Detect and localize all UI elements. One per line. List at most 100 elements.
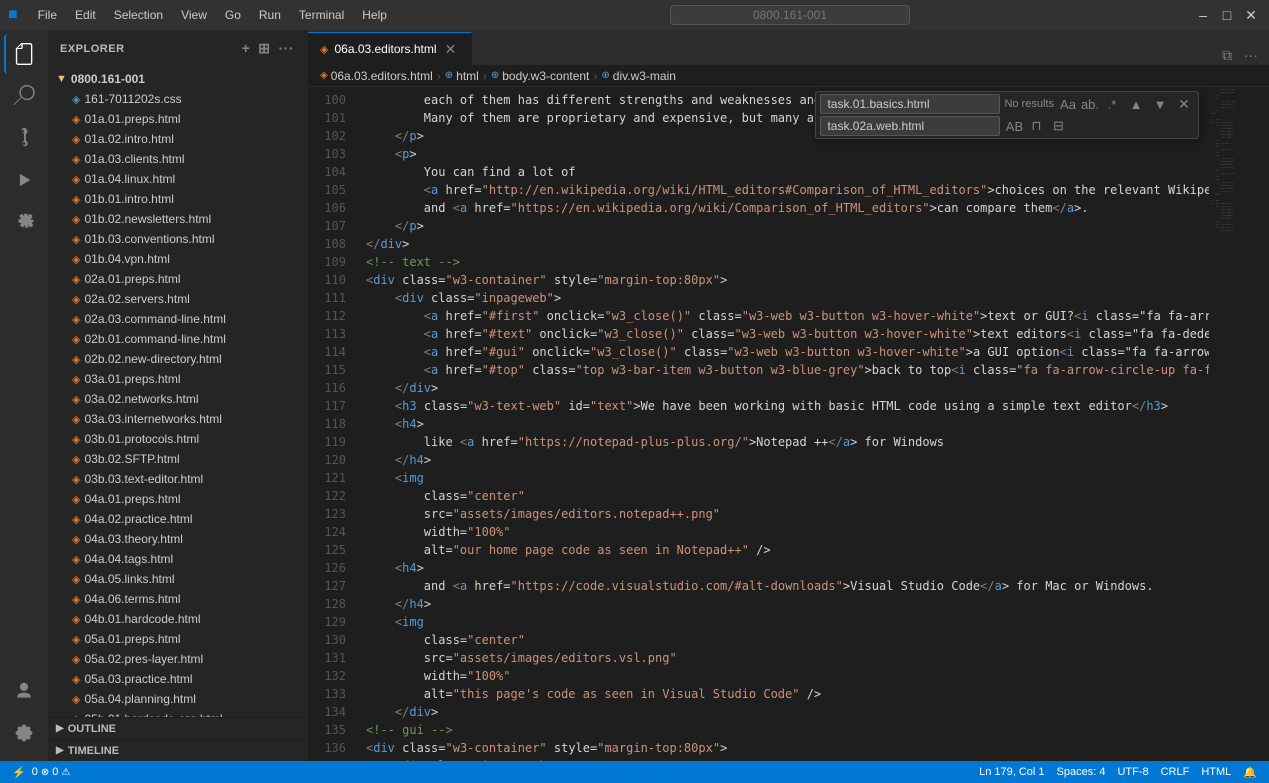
- breadcrumb-body[interactable]: ⊕ body.w3-content: [491, 69, 590, 83]
- find-next-icon[interactable]: ▼: [1150, 94, 1170, 114]
- regex-icon[interactable]: .*: [1102, 94, 1122, 114]
- main-layout: EXPLORER + ⊞ ··· ▼ 0800.161-001 ◈161-701…: [0, 30, 1269, 761]
- tree-file-item[interactable]: ◈04a.04.tags.html: [48, 549, 308, 569]
- status-spaces[interactable]: Spaces: 4: [1053, 766, 1110, 779]
- maximize-button[interactable]: □: [1217, 5, 1237, 25]
- status-git[interactable]: ⚡ 0 ⊗ 0 ⚠: [8, 766, 74, 779]
- replace-preserve-case-icon[interactable]: AB: [1004, 116, 1024, 136]
- minimize-button[interactable]: –: [1193, 5, 1213, 25]
- menu-go[interactable]: Go: [217, 6, 249, 24]
- tree-file-item[interactable]: ◈03a.03.internetworks.html: [48, 409, 308, 429]
- tab-close-button[interactable]: ✕: [443, 41, 459, 57]
- more-actions-icon[interactable]: ···: [1241, 45, 1261, 65]
- tree-file-item[interactable]: ◈02b.02.new-directory.html: [48, 349, 308, 369]
- menu-view[interactable]: View: [173, 6, 215, 24]
- tree-file-item[interactable]: ◈01b.03.conventions.html: [48, 229, 308, 249]
- active-tab[interactable]: ◈ 06a.03.editors.html ✕: [308, 32, 472, 65]
- tree-file-item[interactable]: ◈04a.03.theory.html: [48, 529, 308, 549]
- menu-edit[interactable]: Edit: [67, 6, 104, 24]
- status-encoding[interactable]: UTF-8: [1113, 766, 1152, 779]
- new-file-icon[interactable]: +: [240, 38, 253, 59]
- tree-file-item[interactable]: ◈04a.05.links.html: [48, 569, 308, 589]
- breadcrumb-file[interactable]: ◈ 06a.03.editors.html: [320, 69, 433, 83]
- tab-bar-actions: ⧉ ···: [1209, 45, 1269, 65]
- tree-file-item[interactable]: ◈04a.01.preps.html: [48, 489, 308, 509]
- tree-file-item[interactable]: ◈02a.02.servers.html: [48, 289, 308, 309]
- menu-terminal[interactable]: Terminal: [291, 6, 352, 24]
- tree-file-item[interactable]: ◈05a.03.practice.html: [48, 669, 308, 689]
- activity-bar: [0, 30, 48, 761]
- whole-word-icon[interactable]: ab.: [1080, 94, 1100, 114]
- account-activity-icon[interactable]: [4, 671, 44, 711]
- collapse-all-icon[interactable]: ···: [277, 38, 297, 59]
- replace-icon[interactable]: ⊓: [1026, 116, 1046, 136]
- match-case-icon[interactable]: Aa: [1058, 94, 1078, 114]
- editor-area: ◈ 06a.03.editors.html ✕ ⧉ ··· ◈ 06a.03.e…: [308, 30, 1269, 761]
- tree-file-item[interactable]: ◈03b.03.text-editor.html: [48, 469, 308, 489]
- tree-root-folder[interactable]: ▼ 0800.161-001: [48, 69, 308, 89]
- breadcrumb-div-text[interactable]: div.w3-main: [613, 69, 676, 83]
- menu-file[interactable]: File: [30, 6, 65, 24]
- status-notifications[interactable]: 🔔: [1239, 766, 1261, 779]
- tree-file-item[interactable]: ◈02a.01.preps.html: [48, 269, 308, 289]
- tree-file-item[interactable]: ◈01b.02.newsletters.html: [48, 209, 308, 229]
- file-list: ◈161-7011202s.css◈01a.01.preps.html◈01a.…: [48, 89, 308, 717]
- close-button[interactable]: ✕: [1241, 5, 1261, 25]
- menu-help[interactable]: Help: [354, 6, 395, 24]
- menu-run[interactable]: Run: [251, 6, 289, 24]
- timeline-section[interactable]: ▶ TIMELINE: [48, 739, 308, 761]
- status-eol[interactable]: CRLF: [1157, 766, 1194, 779]
- tree-file-item[interactable]: ◈05a.02.pres-layer.html: [48, 649, 308, 669]
- extensions-activity-icon[interactable]: [4, 202, 44, 242]
- tree-file-item[interactable]: ◈161-7011202s.css: [48, 89, 308, 109]
- new-folder-icon[interactable]: ⊞: [256, 38, 272, 59]
- replace-all-icon[interactable]: ⊟: [1048, 116, 1068, 136]
- breadcrumb-div[interactable]: ⊕ div.w3-main: [601, 69, 676, 83]
- status-language[interactable]: HTML: [1197, 766, 1235, 779]
- status-position[interactable]: Ln 179, Col 1: [975, 766, 1048, 779]
- tree-file-item[interactable]: ◈01a.04.linux.html: [48, 169, 308, 189]
- tree-file-item[interactable]: ◈03a.02.networks.html: [48, 389, 308, 409]
- status-error-icon: ⊗: [41, 767, 49, 778]
- tree-file-item[interactable]: ◈05b.01.hardcode-css.html: [48, 709, 308, 717]
- find-close-button[interactable]: ✕: [1174, 94, 1194, 114]
- breadcrumb-html-text[interactable]: html: [456, 69, 479, 83]
- sidebar: EXPLORER + ⊞ ··· ▼ 0800.161-001 ◈161-701…: [48, 30, 308, 761]
- tree-file-item[interactable]: ◈05a.04.planning.html: [48, 689, 308, 709]
- tree-file-item[interactable]: ◈03b.02.SFTP.html: [48, 449, 308, 469]
- breadcrumb-file-text[interactable]: 06a.03.editors.html: [331, 69, 433, 83]
- source-control-activity-icon[interactable]: [4, 118, 44, 158]
- git-branch-icon: ⚡: [12, 766, 26, 779]
- tree-file-item[interactable]: ◈01a.03.clients.html: [48, 149, 308, 169]
- explorer-activity-icon[interactable]: [4, 34, 44, 74]
- sidebar-title: EXPLORER: [60, 43, 125, 55]
- find-icons: Aa ab. .*: [1058, 94, 1122, 114]
- tree-file-item[interactable]: ◈04a.06.terms.html: [48, 589, 308, 609]
- debug-activity-icon[interactable]: [4, 160, 44, 200]
- breadcrumb-body-text[interactable]: body.w3-content: [502, 69, 589, 83]
- tree-file-item[interactable]: ◈02a.03.command-line.html: [48, 309, 308, 329]
- search-activity-icon[interactable]: [4, 76, 44, 116]
- code-content[interactable]: each of them has different strengths and…: [358, 87, 1209, 761]
- menu-selection[interactable]: Selection: [106, 6, 171, 24]
- tree-file-item[interactable]: ◈01a.01.preps.html: [48, 109, 308, 129]
- outline-section[interactable]: ▶ OUTLINE: [48, 717, 308, 739]
- settings-activity-icon[interactable]: [4, 713, 44, 753]
- tree-file-item[interactable]: ◈03a.01.preps.html: [48, 369, 308, 389]
- breadcrumb-html[interactable]: ⊕ html: [445, 69, 479, 83]
- tree-file-item[interactable]: ◈02b.01.command-line.html: [48, 329, 308, 349]
- find-prev-icon[interactable]: ▲: [1126, 94, 1146, 114]
- title-search-input[interactable]: [670, 5, 910, 25]
- tree-file-item[interactable]: ◈03b.01.protocols.html: [48, 429, 308, 449]
- tree-file-item[interactable]: ◈05a.01.preps.html: [48, 629, 308, 649]
- tree-file-item[interactable]: ◈01b.01.intro.html: [48, 189, 308, 209]
- tree-file-item[interactable]: ◈01b.04.vpn.html: [48, 249, 308, 269]
- replace-input[interactable]: [820, 116, 1000, 136]
- split-editor-icon[interactable]: ⧉: [1217, 45, 1237, 65]
- breadcrumb-body-icon: ⊕: [491, 70, 499, 81]
- tree-file-item[interactable]: ◈04a.02.practice.html: [48, 509, 308, 529]
- tree-file-item[interactable]: ◈01a.02.intro.html: [48, 129, 308, 149]
- replace-icons: AB ⊓ ⊟: [1004, 116, 1068, 136]
- tree-file-item[interactable]: ◈04b.01.hardcode.html: [48, 609, 308, 629]
- find-input[interactable]: [820, 94, 1000, 114]
